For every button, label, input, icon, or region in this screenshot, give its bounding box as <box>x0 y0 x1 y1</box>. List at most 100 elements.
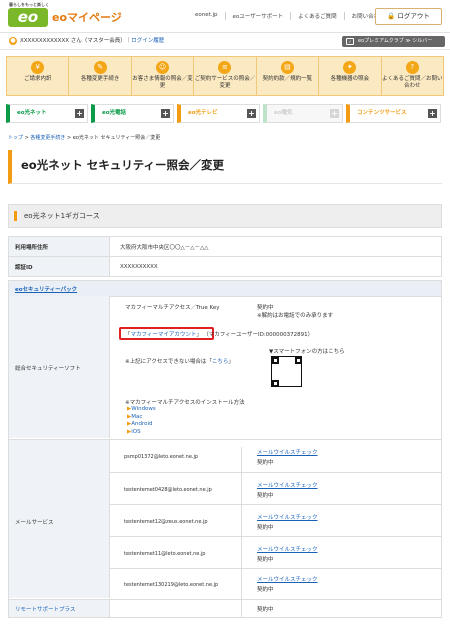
os-link-android[interactable]: Android <box>131 421 152 427</box>
breadcrumb-top[interactable]: トップ <box>8 135 23 141</box>
tab-eo-phone[interactable]: eo光電話 + <box>91 104 174 123</box>
mail-row: psmp01372@leto.eonet.ne.jp メールウイルスチェック 契… <box>110 440 442 472</box>
menu-change-procedures-label: 各種変更手続き <box>80 76 120 82</box>
link-faq[interactable]: よくあるご質問 <box>290 12 344 20</box>
os-link-item: ▶iOS <box>127 429 156 437</box>
eo-logo[interactable]: eo <box>8 8 48 27</box>
pencil-icon: ✎ <box>93 61 107 74</box>
breadcrumb: トップ > 各種変更手続き > eo光ネット セキュリティー照会／変更 <box>8 134 160 141</box>
tab-eo-electricity-label: eo電気 <box>274 110 293 116</box>
access-note: ※上記にアクセスできない場合は「こちら」 <box>125 357 234 365</box>
tab-eo-net[interactable]: eo光ネット + <box>6 104 88 123</box>
mcafee-account-row: 「マカフィーマイアカウント」 （マカフィーユーザーID:000000372891） <box>125 330 313 338</box>
qr-corner <box>295 357 302 364</box>
mcafee-product: マカフィーマルチアクセス／True Key <box>125 305 220 311</box>
address-label: 利用場所住所 <box>8 236 110 257</box>
basic-info-table: 利用場所住所 大阪府大阪市中央区〇〇△－△－△△ 認証ID XXXXXXXXXX <box>8 236 442 277</box>
access-note-prefix: ※上記にアクセスできない場合は「 <box>125 359 212 365</box>
site-header: 暮らしをもっと楽しく eo eoマイページ eonet.jp eoユーザーサポー… <box>0 0 450 33</box>
os-link-item: ▶Android <box>127 421 156 429</box>
mail-status: 契約中 <box>257 587 274 593</box>
os-link-mac[interactable]: Mac <box>131 414 142 420</box>
cancel-note: ※解約はお電話でのみ承ります <box>257 313 334 319</box>
remote-support-label[interactable]: リモートサポートプラス <box>15 605 75 613</box>
divider <box>241 473 242 505</box>
install-note: ※マカフィーマルチアクセスのインストール方法 <box>125 400 245 406</box>
auth-id-value: XXXXXXXXXX <box>109 256 442 277</box>
user-name-text: XXXXXXXXXXXXX さん（マスター会員） <box>20 38 126 44</box>
smartphone-label: ▼スマートフォンの方はこちら <box>269 349 345 355</box>
page: 暮らしをもっと楽しく eo eoマイページ eonet.jp eoユーザーサポー… <box>0 0 450 624</box>
mail-status: 契約中 <box>257 493 274 499</box>
plus-icon: + <box>161 109 170 118</box>
tab-eo-phone-label: eo光電話 <box>102 110 127 116</box>
address-value: 大阪府大阪市中央区〇〇△－△－△△ <box>109 236 442 257</box>
course-header: eo光ネット1ギガコース <box>8 204 442 228</box>
tab-contents-service[interactable]: コンテンツサービス + <box>346 104 441 123</box>
person-icon: ☺ <box>156 61 170 74</box>
menu-billing-label: ご請求内訳 <box>23 76 52 82</box>
mail-virus-check-link[interactable]: メールウイルスチェック <box>257 545 318 553</box>
question-icon: ? <box>405 61 419 74</box>
divider <box>241 600 242 617</box>
menu-change-procedures[interactable]: ✎ 各種変更手続き <box>68 57 130 95</box>
mcafee-user-id: （マカフィーユーザーID:000000372891） <box>205 332 314 338</box>
os-link-windows[interactable]: Windows <box>131 406 156 412</box>
mcafee-status: 契約中 <box>257 305 274 311</box>
mail-virus-check-link[interactable]: メールウイルスチェック <box>257 513 318 521</box>
mcafee-account-link[interactable]: マカフィーマイアカウント <box>131 332 197 338</box>
logout-button[interactable]: 🔒 ログアウト <box>375 8 442 25</box>
tab-contents-service-label: コンテンツサービス <box>357 110 407 116</box>
link-user-support[interactable]: eoユーザーサポート <box>224 12 291 20</box>
mail-status: 契約中 <box>257 525 274 531</box>
menu-devices[interactable]: ✦ 各種機器の照会 <box>318 57 380 95</box>
menu-contract-services-label: ご契約サービスの照会／変更 <box>194 76 256 89</box>
qr-corner <box>272 380 279 387</box>
mail-address: testentemet0428@leto.eonet.ne.jp <box>124 487 212 493</box>
tab-eo-net-label: eo光ネット <box>17 110 47 116</box>
mail-virus-check-link[interactable]: メールウイルスチェック <box>257 448 318 456</box>
breadcrumb-current: eo光ネット セキュリティー照会／変更 <box>72 135 161 141</box>
mail-status: 契約中 <box>257 460 274 466</box>
mail-virus-check-link[interactable]: メールウイルスチェック <box>257 481 318 489</box>
mail-status: 契約中 <box>257 557 274 563</box>
tab-eo-tv[interactable]: eo光テレビ + <box>177 104 260 123</box>
menu-customer-info[interactable]: ☺ お客さま情報の照会／変更 <box>130 57 193 95</box>
divider <box>241 505 242 537</box>
mail-address: testentemet12@zeus.eonet.ne.jp <box>124 519 208 525</box>
bracket-close: 」 <box>196 332 202 338</box>
menu-faq[interactable]: ? よくあるご質問／お問い合わせ <box>380 57 443 95</box>
yen-icon: ¥ <box>31 61 45 74</box>
security-pack-link[interactable]: eoセキュリティーパック <box>15 287 77 293</box>
logout-button-label: ログアウト <box>397 12 430 20</box>
divider <box>241 537 242 569</box>
divider <box>241 569 242 599</box>
mail-row: testentemet0428@leto.eonet.ne.jp メールウイルス… <box>110 472 442 505</box>
menu-billing[interactable]: ¥ ご請求内訳 <box>7 57 68 95</box>
breadcrumb-change-procedures[interactable]: 各種変更手続き <box>30 135 65 141</box>
divider <box>241 447 242 472</box>
remote-support-row: リモートサポートプラス 契約中 <box>8 600 442 618</box>
login-history-link[interactable]: ログイン履歴 <box>131 38 164 44</box>
mail-service-label: メールサービス <box>15 520 54 526</box>
mail-row: testentemet12@zeus.eonet.ne.jp メールウイルスチェ… <box>110 504 442 537</box>
user-icon: ● <box>9 37 17 45</box>
tab-eo-tv-label: eo光テレビ <box>188 110 218 116</box>
premium-club-badge[interactable]: ✓ eoプレミアムクラブ ≫ シルバー <box>342 36 445 47</box>
security-pack-header: eoセキュリティーパック <box>8 280 442 297</box>
mypage-title[interactable]: eoマイページ <box>52 9 122 25</box>
menu-devices-label: 各種機器の照会 <box>330 76 370 82</box>
total-security-block: 総合セキュリティーソフト マカフィーマルチアクセス／True Key 契約中 ※… <box>8 296 442 440</box>
mail-virus-check-link[interactable]: メールウイルスチェック <box>257 575 318 583</box>
os-link-ios[interactable]: iOS <box>131 429 140 435</box>
user-name: XXXXXXXXXXXXX さん（マスター会員）｜ログイン履歴 <box>20 33 164 50</box>
menu-contract-services[interactable]: ≡ ご契約サービスの照会／変更 <box>193 57 255 95</box>
menu-terms[interactable]: ▤ 契約約款／規約一覧 <box>255 57 318 95</box>
access-note-link[interactable]: こちら <box>212 359 229 365</box>
plus-icon: + <box>75 109 84 118</box>
link-eonet[interactable]: eonet.jp <box>188 12 225 20</box>
mail-address: testentemet11@leto.eonet.ne.jp <box>124 551 206 557</box>
page-title: eo光ネット セキュリティー照会／変更 <box>8 150 442 184</box>
mail-address: psmp01372@leto.eonet.ne.jp <box>124 454 199 460</box>
mail-service-block: メールサービス psmp01372@leto.eonet.ne.jp メールウイ… <box>8 440 442 600</box>
